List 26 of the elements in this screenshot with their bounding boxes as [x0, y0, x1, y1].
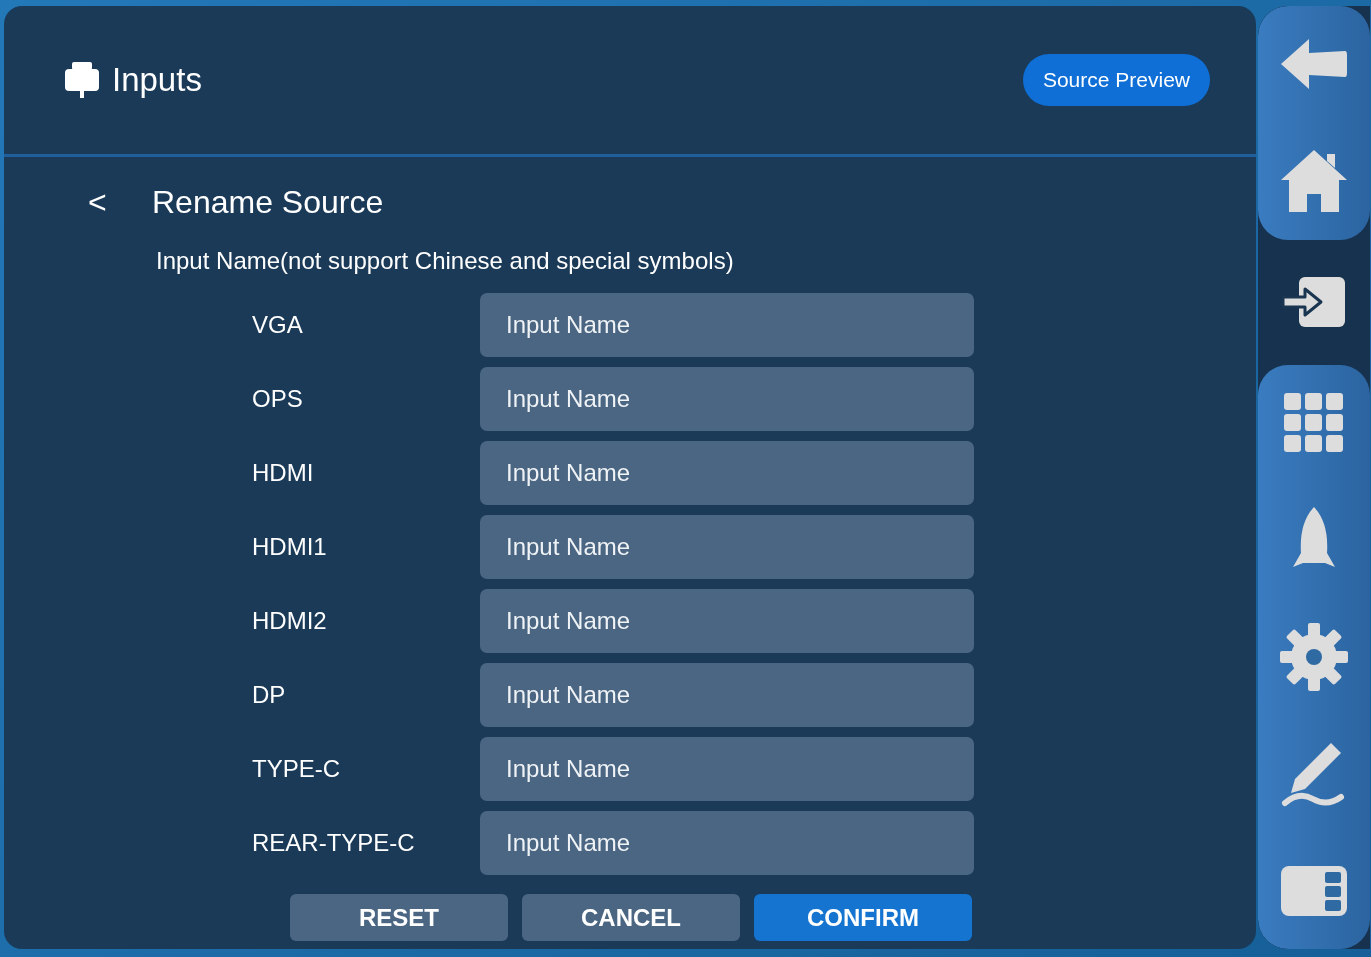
source-label: HDMI2 — [252, 607, 328, 635]
source-label: HDMI — [252, 459, 315, 487]
action-button[interactable]: RESET — [290, 894, 508, 941]
source-preview-button[interactable]: Source Preview — [1022, 54, 1210, 106]
source-label: HDMI1 — [252, 533, 328, 561]
input-field[interactable]: Input Name — [480, 515, 974, 579]
input-field[interactable]: Input Name — [480, 293, 974, 357]
plug-icon — [64, 60, 100, 100]
input-field[interactable]: Input Name — [480, 589, 974, 653]
action-button[interactable]: CANCEL — [522, 894, 740, 941]
confirm-button[interactable]: CONFIRM — [754, 894, 972, 941]
source-label: TYPE-C — [252, 755, 341, 783]
panel-title: Inputs — [112, 61, 202, 99]
settings-icon[interactable] — [1279, 621, 1349, 692]
source-label: OPS — [252, 385, 304, 413]
source-label: VGA — [252, 311, 304, 339]
back-button[interactable]: < — [82, 183, 152, 221]
input-field[interactable]: Input Name — [480, 663, 974, 727]
hint-text: Input Name(not support Chinese and special symbols) — [156, 247, 735, 275]
input-field[interactable]: Input Name — [480, 441, 974, 505]
page-title: Rename Source — [152, 183, 384, 221]
input-field[interactable]: Input Name — [480, 737, 974, 801]
source-label: REAR-TYPE-C — [252, 829, 416, 857]
input-field[interactable]: Input Name — [480, 811, 974, 875]
input-field[interactable]: Input Name — [480, 367, 974, 431]
source-label: DP — [252, 681, 287, 709]
